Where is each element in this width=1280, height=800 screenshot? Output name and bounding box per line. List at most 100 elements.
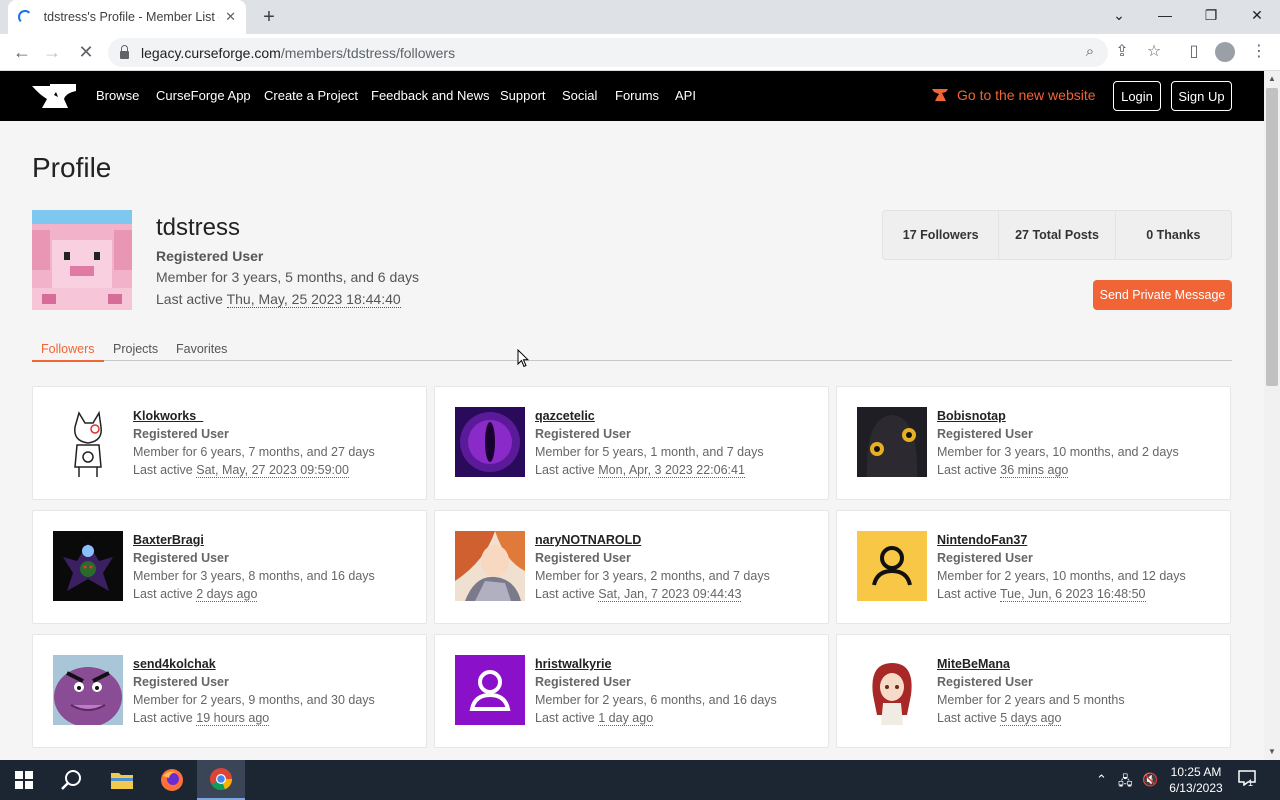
tab-search-icon[interactable]: ⌄	[1109, 6, 1129, 24]
signup-button[interactable]: Sign Up	[1171, 81, 1232, 111]
follower-role: Registered User	[937, 551, 1033, 565]
clock-time: 10:25 AM	[1170, 765, 1222, 779]
curseforge-logo-icon[interactable]	[30, 83, 78, 109]
windows-logo-icon	[15, 771, 33, 789]
follower-last-active: Last active 19 hours ago	[133, 711, 270, 726]
follower-name[interactable]: qazcetelic	[535, 409, 595, 423]
follower-member-for: Member for 5 years, 1 month, and 7 days	[535, 445, 764, 459]
send-private-message-button[interactable]: Send Private Message	[1093, 280, 1232, 310]
new-website-label: Go to the new website	[957, 87, 1096, 103]
follower-card: send4kolchak Registered User Member for …	[32, 634, 427, 748]
anvil-icon	[932, 89, 948, 101]
taskbar-search-button[interactable]	[48, 760, 96, 800]
follower-name[interactable]: BaxterBragi	[133, 533, 204, 547]
thanks-count[interactable]: 0 Thanks	[1116, 211, 1231, 259]
tab-followers[interactable]: Followers	[32, 342, 104, 362]
follower-role: Registered User	[535, 427, 631, 441]
follower-member-for: Member for 2 years, 9 months, and 30 day…	[133, 693, 375, 707]
new-tab-button[interactable]: +	[258, 6, 280, 28]
profile-stats: 17 Followers 27 Total Posts 0 Thanks	[882, 210, 1232, 260]
page-scrollbar[interactable]: ▲ ▼	[1264, 71, 1280, 760]
taskbar-chrome[interactable]	[197, 760, 245, 800]
follower-card: Bobisnotap Registered User Member for 3 …	[836, 386, 1231, 500]
follower-role: Registered User	[133, 427, 229, 441]
profile-last-active: Last active Thu, May, 25 2023 18:44:40	[156, 291, 401, 308]
follower-name[interactable]: naryNOTNAROLD	[535, 533, 641, 547]
follower-member-for: Member for 6 years, 7 months, and 27 day…	[133, 445, 375, 459]
windows-taskbar: ⌃ 🖧 🔇 10:25 AM 6/13/2023 1	[0, 760, 1280, 800]
tab-favorites[interactable]: Favorites	[167, 342, 236, 361]
follower-role: Registered User	[535, 551, 631, 565]
restore-icon[interactable]: ❐	[1201, 6, 1221, 24]
scroll-up-icon[interactable]: ▲	[1264, 71, 1280, 87]
follower-name[interactable]: NintendoFan37	[937, 533, 1027, 547]
profile-avatar-icon[interactable]	[1215, 42, 1235, 62]
profile-last-active-date: Thu, May, 25 2023 18:44:40	[226, 291, 401, 308]
clock-date: 6/13/2023	[1169, 781, 1223, 795]
follower-last-active: Last active Mon, Apr, 3 2023 22:06:41	[535, 463, 745, 478]
follower-role: Registered User	[937, 427, 1033, 441]
follower-last-active: Last active 36 mins ago	[937, 463, 1069, 478]
notification-center-button[interactable]: 1	[1238, 770, 1260, 790]
loading-spinner-icon	[18, 10, 32, 24]
nav-forums[interactable]: Forums	[615, 88, 659, 103]
taskbar-firefox[interactable]	[148, 760, 196, 800]
profile-role: Registered User	[156, 248, 264, 264]
url-text: legacy.curseforge.com/members/tdstress/f…	[141, 44, 456, 61]
browser-toolbar: ← → ✕ legacy.curseforge.com/members/tdst…	[0, 34, 1280, 71]
scroll-thumb[interactable]	[1266, 88, 1278, 386]
nav-feedback-news[interactable]: Feedback and News	[371, 88, 490, 103]
follower-last-active: Last active Tue, Jun, 6 2023 16:48:50	[937, 587, 1146, 602]
tab-projects[interactable]: Projects	[104, 342, 167, 361]
bookmark-star-icon[interactable]: ☆	[1143, 41, 1165, 63]
network-icon[interactable]: 🖧	[1118, 772, 1133, 794]
follower-card: Klokworks_ Registered User Member for 6 …	[32, 386, 427, 500]
nav-api[interactable]: API	[675, 88, 696, 103]
nav-browse[interactable]: Browse	[96, 88, 139, 103]
follower-avatar	[53, 531, 123, 601]
follower-name[interactable]: send4kolchak	[133, 657, 216, 671]
address-bar[interactable]: legacy.curseforge.com/members/tdstress/f…	[108, 38, 1108, 67]
nav-create-project[interactable]: Create a Project	[264, 88, 358, 103]
back-icon[interactable]: ←	[10, 41, 34, 63]
browser-tab[interactable]: tdstress's Profile - Member List - ✕	[8, 0, 246, 34]
close-window-icon[interactable]: ✕	[1247, 6, 1267, 24]
follower-avatar	[455, 531, 525, 601]
follower-last-active: Last active Sat, May, 27 2023 09:59:00	[133, 463, 349, 478]
follower-avatar	[53, 655, 123, 725]
search-icon[interactable]: ⌕	[1079, 41, 1101, 63]
nav-curseforge-app[interactable]: CurseForge App	[156, 88, 251, 103]
stop-loading-icon[interactable]: ✕	[74, 41, 98, 63]
forward-icon[interactable]: →	[40, 41, 64, 63]
nav-support[interactable]: Support	[500, 88, 546, 103]
follower-name[interactable]: MiteBeMana	[937, 657, 1010, 671]
side-panel-icon[interactable]: ▯	[1183, 41, 1205, 63]
follower-name[interactable]: Klokworks_	[133, 409, 203, 423]
follower-name[interactable]: hristwalkyrie	[535, 657, 611, 671]
profile-tabs: Followers Projects Favorites	[32, 337, 1232, 362]
follower-last-active: Last active 2 days ago	[133, 587, 258, 602]
login-button[interactable]: Login	[1113, 81, 1161, 111]
nav-social[interactable]: Social	[562, 88, 597, 103]
total-posts-count[interactable]: 27 Total Posts	[999, 211, 1116, 259]
taskbar-clock[interactable]: 10:25 AM 6/13/2023	[1160, 764, 1232, 796]
follower-member-for: Member for 3 years, 10 months, and 2 day…	[937, 445, 1179, 459]
minimize-icon[interactable]: —	[1155, 6, 1175, 24]
scroll-down-icon[interactable]: ▼	[1264, 744, 1280, 760]
notification-icon	[1238, 770, 1256, 787]
start-button[interactable]	[0, 760, 48, 800]
new-website-link[interactable]: Go to the new website	[932, 87, 1096, 103]
follower-name[interactable]: Bobisnotap	[937, 409, 1006, 423]
follower-card: NintendoFan37 Registered User Member for…	[836, 510, 1231, 624]
follower-avatar	[53, 407, 123, 477]
close-tab-icon[interactable]: ✕	[225, 9, 236, 25]
tray-chevron-icon[interactable]: ⌃	[1096, 772, 1107, 788]
menu-kebab-icon[interactable]: ⋮	[1248, 41, 1270, 63]
followers-count[interactable]: 17 Followers	[883, 211, 1000, 259]
follower-card: qazcetelic Registered User Member for 5 …	[434, 386, 829, 500]
taskbar-file-explorer[interactable]	[98, 760, 146, 800]
follower-role: Registered User	[937, 675, 1033, 689]
share-icon[interactable]: ⇪	[1111, 41, 1133, 63]
follower-role: Registered User	[535, 675, 631, 689]
volume-muted-icon[interactable]: 🔇	[1142, 772, 1158, 788]
